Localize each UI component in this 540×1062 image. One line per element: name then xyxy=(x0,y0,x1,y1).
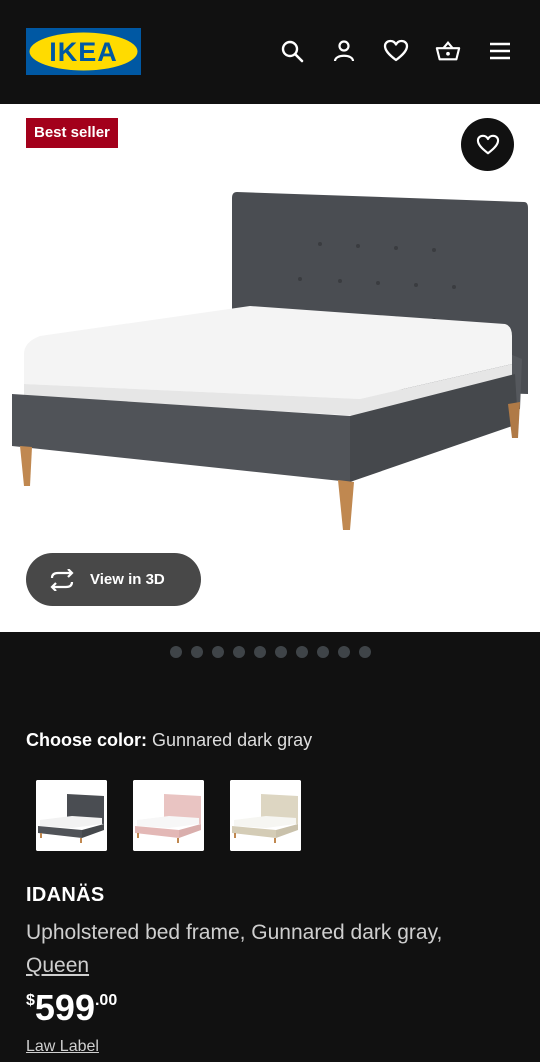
carousel-dot[interactable] xyxy=(212,646,224,658)
product-price: $599.00 xyxy=(26,986,117,1030)
carousel-dot[interactable] xyxy=(191,646,203,658)
search-icon[interactable] xyxy=(279,38,305,64)
rotate-3d-icon xyxy=(50,568,74,591)
carousel-dot[interactable] xyxy=(275,646,287,658)
price-currency: $ xyxy=(26,992,35,1009)
price-integer: 599 xyxy=(34,987,95,1028)
size-link[interactable]: Queen xyxy=(26,954,89,977)
product-image-carousel[interactable]: Best seller View in 3D xyxy=(0,104,540,632)
best-seller-badge: Best seller xyxy=(26,118,118,148)
ikea-logo-text: IKEA xyxy=(49,37,118,67)
carousel-dot[interactable] xyxy=(233,646,245,658)
view-in-3d-button[interactable]: View in 3D xyxy=(26,553,201,606)
shopping-bag-icon[interactable] xyxy=(435,38,461,64)
carousel-dot[interactable] xyxy=(254,646,266,658)
choose-color-label: Choose color: xyxy=(26,730,148,750)
ikea-logo[interactable]: IKEA xyxy=(26,28,141,75)
color-selector-heading: Choose color: Gunnared dark gray xyxy=(26,730,312,751)
color-option-dark-gray[interactable] xyxy=(36,780,107,851)
view-in-3d-label: View in 3D xyxy=(90,571,165,588)
carousel-dot[interactable] xyxy=(359,646,371,658)
color-option-pink[interactable] xyxy=(133,780,204,851)
product-description-text: Upholstered bed frame, Gunnared dark gra… xyxy=(26,921,443,944)
carousel-dot[interactable] xyxy=(338,646,350,658)
add-to-favorites-button[interactable] xyxy=(461,118,514,171)
carousel-dot[interactable] xyxy=(296,646,308,658)
color-swatches xyxy=(36,780,301,851)
heart-outline-icon xyxy=(476,134,499,154)
carousel-dot[interactable] xyxy=(170,646,182,658)
heart-icon[interactable] xyxy=(383,38,409,64)
law-label-link[interactable]: Law Label xyxy=(26,1038,99,1056)
bed-product-image xyxy=(12,192,528,530)
price-decimal: .00 xyxy=(94,992,118,1009)
site-header: IKEA xyxy=(0,0,540,104)
product-description: Upholstered bed frame, Gunnared dark gra… xyxy=(26,916,516,982)
menu-icon[interactable] xyxy=(487,38,513,64)
carousel-dot[interactable] xyxy=(317,646,329,658)
user-icon[interactable] xyxy=(331,38,357,64)
product-name: IDANÄS xyxy=(26,884,105,906)
carousel-pagination xyxy=(170,646,371,658)
color-option-beige[interactable] xyxy=(230,780,301,851)
selected-color-value: Gunnared dark gray xyxy=(152,730,313,750)
